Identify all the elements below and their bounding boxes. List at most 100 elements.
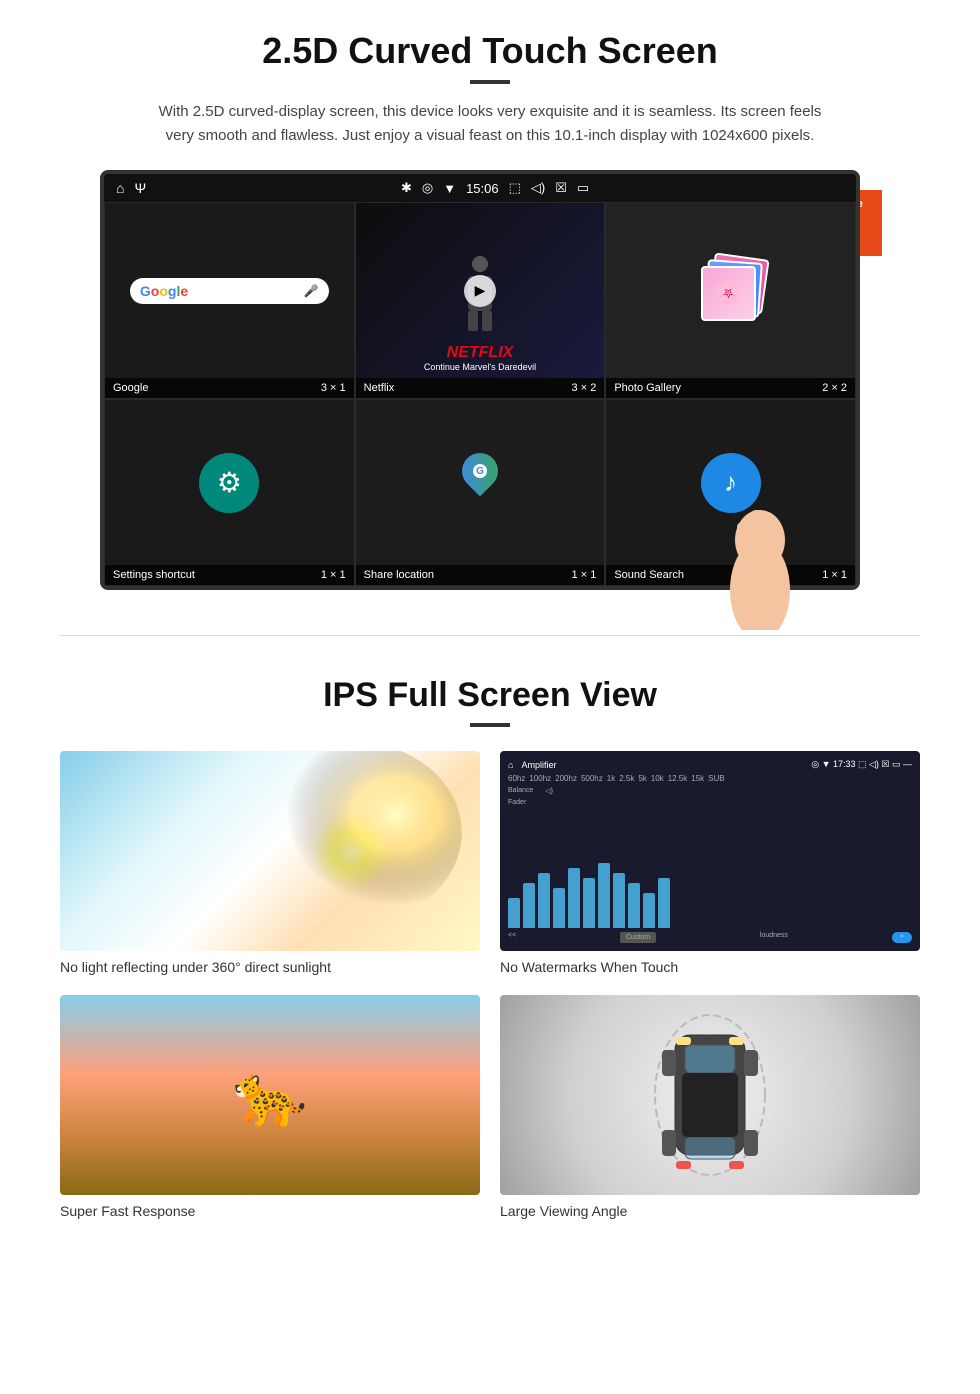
share-size: 1 × 1 xyxy=(572,569,597,581)
amp-freq-labels: 60hz100hz200hz500hz1k2.5k5k10k12.5k15kSU… xyxy=(508,774,912,783)
usb-icon: Ψ xyxy=(134,180,146,196)
google-search-bar[interactable]: Google 🎤 xyxy=(130,278,329,304)
eq-bar-8 xyxy=(613,873,625,928)
gmaps-pin-inner: G xyxy=(473,464,487,478)
app-cell-sound[interactable]: ♪ Sound Search 1 × 1 xyxy=(605,399,856,586)
eq-bar-1 xyxy=(508,898,520,928)
settings-label: Settings shortcut 1 × 1 xyxy=(105,565,354,585)
feature-image-sunlight xyxy=(60,751,480,951)
section1-title-underline xyxy=(470,80,510,84)
app-cell-gallery[interactable]: 🌸 Photo Gallery 2 × 2 xyxy=(605,202,856,399)
gallery-stack: 🌸 xyxy=(696,256,766,326)
location-icon: ◎ xyxy=(422,180,433,196)
google-thumb: Google 🎤 xyxy=(105,203,354,378)
app-grid: Google 🎤 Google 3 × 1 xyxy=(104,202,856,586)
section2-title: IPS Full Screen View xyxy=(60,676,920,715)
netflix-thumb: ▶ NETFLIX Continue Marvel's Daredevil xyxy=(356,203,605,378)
img-cheetah: 🐆 xyxy=(60,995,480,1195)
sound-name: Sound Search xyxy=(614,569,684,581)
img-sunlight xyxy=(60,751,480,951)
settings-size: 1 × 1 xyxy=(321,569,346,581)
netflix-logo: NETFLIX xyxy=(364,344,597,362)
app-cell-netflix[interactable]: ▶ NETFLIX Continue Marvel's Daredevil Ne… xyxy=(355,202,606,399)
feature-amplifier: ⌂ Amplifier ◎ ▼ 17:33 ⬚ ◁) ☒ ▭ — 60hz100… xyxy=(500,751,920,975)
img-car xyxy=(500,995,920,1195)
feature-caption-cheetah: Super Fast Response xyxy=(60,1203,480,1219)
bluetooth-icon: ✱ xyxy=(401,180,412,196)
gmaps-icon: G xyxy=(455,453,505,513)
car-top-view-svg xyxy=(640,1005,780,1185)
figure-leg-right xyxy=(482,311,492,331)
amp-settings: Balance◁) xyxy=(508,787,912,795)
figure-leg-left xyxy=(468,311,478,331)
sound-thumb: ♪ xyxy=(606,400,855,565)
camera-icon: ⬚ xyxy=(509,180,521,196)
status-bar-center: ✱ ◎ ▼ 15:06 ⬚ ◁) ☒ ▭ xyxy=(401,180,589,196)
gallery-thumb: 🌸 xyxy=(606,203,855,378)
netflix-size: 3 × 2 xyxy=(572,382,597,394)
feature-caption-amplifier: No Watermarks When Touch xyxy=(500,959,920,975)
section-divider xyxy=(60,635,920,636)
feature-image-car xyxy=(500,995,920,1195)
status-time: 15:06 xyxy=(466,181,499,196)
amp-home-icon: ⌂ xyxy=(508,760,513,770)
window-icon: ▭ xyxy=(577,180,589,196)
netflix-name: Netflix xyxy=(364,382,395,394)
status-bar: ⌂ Ψ ✱ ◎ ▼ 15:06 ⬚ ◁) ☒ ▭ xyxy=(104,174,856,202)
feature-image-amplifier: ⌂ Amplifier ◎ ▼ 17:33 ⬚ ◁) ☒ ▭ — 60hz100… xyxy=(500,751,920,951)
netflix-label: Netflix 3 × 2 xyxy=(356,378,605,398)
sound-icon: ♪ xyxy=(701,453,761,513)
netflix-subtitle: Continue Marvel's Daredevil xyxy=(364,362,597,372)
eq-bar-11 xyxy=(658,878,670,928)
section-curved-touch: 2.5D Curved Touch Screen With 2.5D curve… xyxy=(0,0,980,615)
eq-bar-2 xyxy=(523,883,535,928)
feature-sunlight: No light reflecting under 360° direct su… xyxy=(60,751,480,975)
app-cell-share[interactable]: G Share location 1 × 1 xyxy=(355,399,606,586)
amp-title-bar: ⌂ Amplifier ◎ ▼ 17:33 ⬚ ◁) ☒ ▭ — xyxy=(508,759,912,770)
figure-head xyxy=(472,256,488,272)
app-cell-settings[interactable]: ⚙ Settings shortcut 1 × 1 xyxy=(104,399,355,586)
settings-thumb: ⚙ xyxy=(105,400,354,565)
eq-bar-6 xyxy=(583,878,595,928)
eq-bar-9 xyxy=(628,883,640,928)
app-cell-google[interactable]: Google 🎤 Google 3 × 1 xyxy=(104,202,355,399)
eq-bar-7 xyxy=(598,863,610,928)
amp-icons: ◎ ▼ 17:33 ⬚ ◁) ☒ ▭ — xyxy=(811,759,912,770)
amp-title: Amplifier xyxy=(521,760,556,770)
gallery-card-3: 🌸 xyxy=(701,266,756,321)
eq-bar-3 xyxy=(538,873,550,928)
sunlight-svg xyxy=(60,751,480,951)
google-size: 3 × 1 xyxy=(321,382,346,394)
share-label: Share location 1 × 1 xyxy=(356,565,605,585)
settings-icon: ⚙ xyxy=(199,453,259,513)
amp-bottom-bar: << Custom loudness ● xyxy=(508,932,912,943)
netflix-overlay: NETFLIX Continue Marvel's Daredevil xyxy=(356,338,605,378)
eq-bar-10 xyxy=(643,893,655,928)
img-amplifier: ⌂ Amplifier ◎ ▼ 17:33 ⬚ ◁) ☒ ▭ — 60hz100… xyxy=(500,751,920,951)
figure-legs xyxy=(468,311,492,331)
play-button[interactable]: ▶ xyxy=(464,275,496,307)
feature-caption-sunlight: No light reflecting under 360° direct su… xyxy=(60,959,480,975)
volume-icon: ◁) xyxy=(531,180,545,196)
gallery-label: Photo Gallery 2 × 2 xyxy=(606,378,855,398)
share-name: Share location xyxy=(364,569,434,581)
google-name: Google xyxy=(113,382,148,394)
section1-title: 2.5D Curved Touch Screen xyxy=(60,30,920,72)
close-icon: ☒ xyxy=(555,180,567,196)
feature-car: Large Viewing Angle xyxy=(500,995,920,1219)
wifi-icon: ▼ xyxy=(443,181,456,196)
settings-name: Settings shortcut xyxy=(113,569,195,581)
feature-image-cheetah: 🐆 xyxy=(60,995,480,1195)
status-bar-left: ⌂ Ψ xyxy=(116,180,146,196)
device-wrapper: Screen Size 10.1" ⌂ Ψ ✱ ◎ ▼ 15:06 ⬚ ◁) ☒ xyxy=(100,170,880,590)
gallery-size: 2 × 2 xyxy=(822,382,847,394)
gallery-name: Photo Gallery xyxy=(614,382,681,394)
google-mic-icon: 🎤 xyxy=(304,284,319,298)
google-logo: Google xyxy=(140,283,188,299)
amp-fader: Fader xyxy=(508,799,912,806)
section2-title-underline xyxy=(470,723,510,727)
eq-bar-5 xyxy=(568,868,580,928)
share-thumb: G xyxy=(356,400,605,565)
feature-cheetah: 🐆 Super Fast Response xyxy=(60,995,480,1219)
feature-caption-car: Large Viewing Angle xyxy=(500,1203,920,1219)
